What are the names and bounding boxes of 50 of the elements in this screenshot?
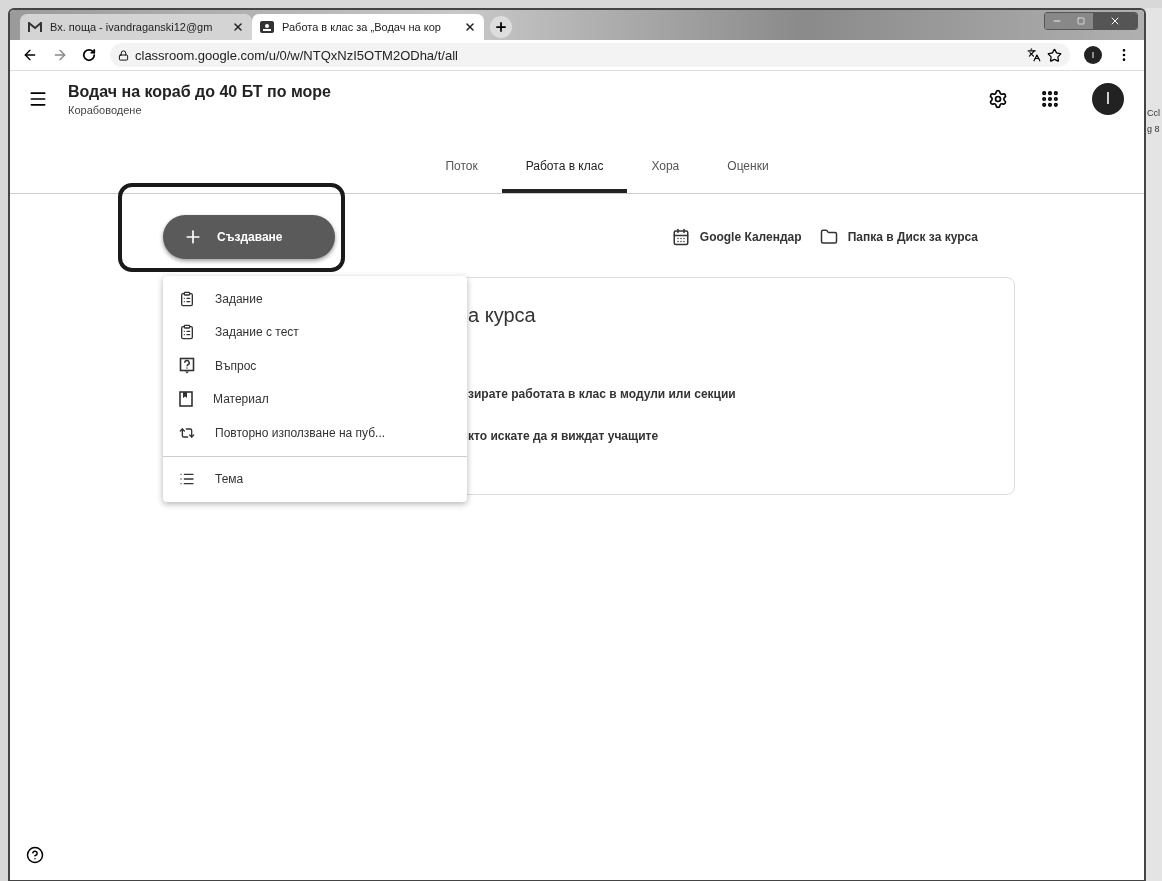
toolbar-link[interactable]: Папка в Диск за курса (819, 228, 978, 246)
folder-icon (819, 228, 838, 246)
close-icon (1109, 15, 1121, 27)
star-icon[interactable] (1047, 47, 1062, 63)
menu-icon[interactable] (28, 89, 48, 109)
background-window-text: g 8 (1147, 124, 1161, 134)
back-icon[interactable] (22, 47, 38, 63)
plus-icon (494, 20, 508, 34)
profile-avatar[interactable]: I (1084, 46, 1102, 64)
settings-icon[interactable] (988, 89, 1008, 109)
lock-icon (118, 49, 129, 61)
forward-icon[interactable] (52, 47, 68, 63)
browser-tab[interactable]: Вх. поща - ivandraganski12@gm (20, 14, 252, 40)
menu-item[interactable]: Повторно използване на пуб... (163, 416, 467, 450)
url-text: classroom.google.com/u/0/w/NTQxNzI5OTM2ODha/t/all (135, 47, 458, 63)
create-button[interactable]: Създаване (163, 215, 335, 259)
card-title: а курса (468, 304, 537, 327)
help-icon[interactable] (26, 846, 44, 864)
menu-item[interactable]: Задание с тест (163, 315, 467, 349)
close-icon[interactable] (232, 21, 244, 33)
background-window-text: Ccl (1147, 108, 1161, 118)
clipboard-icon (179, 324, 195, 341)
apps-icon[interactable] (1040, 89, 1060, 109)
mail-icon (28, 21, 42, 33)
bookmark-icon (179, 391, 193, 408)
nav-tab[interactable]: Поток (421, 145, 502, 193)
menu-item[interactable]: Задание (163, 282, 467, 316)
toolbar-link[interactable]: Google Календар (671, 228, 802, 246)
class-subtitle: Корабоводене (68, 103, 143, 116)
card-text: зирате работата в клас в модули или секции (468, 387, 737, 401)
nav-tab[interactable]: Оценки (703, 145, 793, 193)
maximize-icon (1077, 17, 1085, 25)
user-avatar[interactable]: I (1092, 83, 1124, 115)
nav-tab[interactable]: Работа в клас (501, 145, 628, 193)
card-text: кто искате да я виждат учащите (468, 429, 660, 443)
address-bar[interactable]: classroom.google.com/u/0/w/NTQxNzI5OTM2ODha/t/all (110, 43, 1070, 67)
close-icon[interactable] (464, 21, 476, 33)
calendar-icon (671, 228, 690, 246)
translate-icon[interactable] (1027, 48, 1041, 62)
nav-tab[interactable]: Хора (627, 145, 704, 193)
new-tab-button[interactable] (490, 16, 512, 38)
question-icon (179, 357, 195, 375)
clipboard-icon (179, 290, 195, 307)
menu-item[interactable]: Тема (163, 462, 467, 496)
browser-tab[interactable]: Работа в клас за „Водач на кор (252, 14, 484, 40)
reload-icon[interactable] (82, 48, 96, 62)
classroom-icon (260, 21, 274, 33)
menu-item[interactable]: Материал (163, 382, 467, 416)
class-title: Водач на кораб до 40 БТ по море (68, 82, 332, 101)
menu-item[interactable]: Въпрос (163, 349, 467, 383)
